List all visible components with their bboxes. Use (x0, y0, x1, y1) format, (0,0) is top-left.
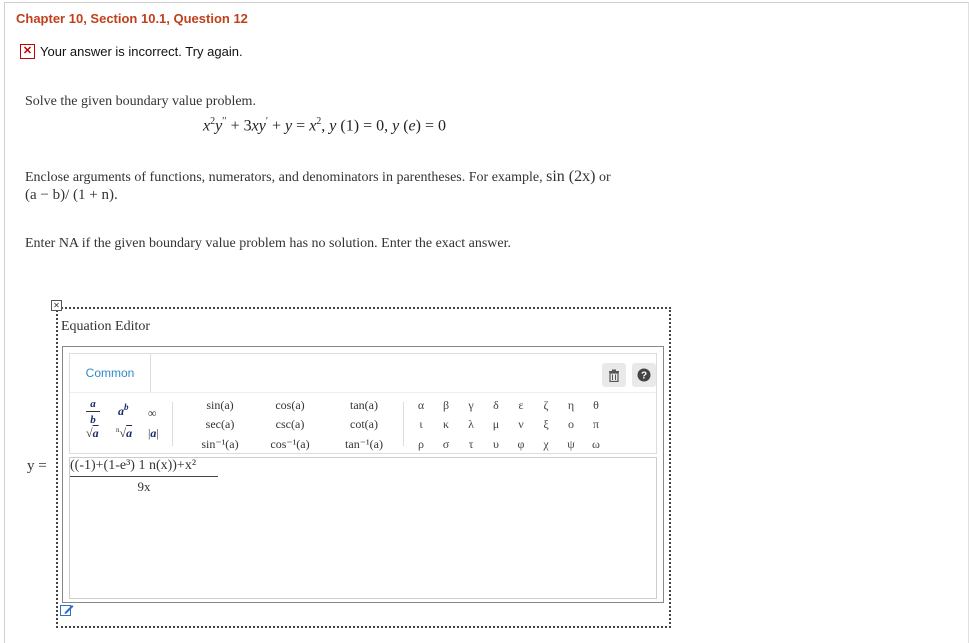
greek-symbol[interactable]: ω (587, 437, 605, 452)
greek-symbol[interactable]: η (562, 398, 580, 413)
feedback-text: Your answer is incorrect. Try again. (40, 44, 243, 59)
answer-denominator: 9x (137, 479, 151, 494)
power-button[interactable]: ab (118, 402, 129, 419)
x-icon: ✕ (20, 44, 35, 59)
feedback-message: ✕ Your answer is incorrect. Try again. (20, 44, 243, 59)
help-icon: ? (637, 368, 651, 382)
greek-symbol[interactable]: α (412, 398, 430, 413)
svg-text:?: ? (641, 371, 647, 382)
greek-symbol[interactable]: ξ (537, 417, 555, 432)
arccos-button[interactable]: cos⁻¹(a) (260, 437, 320, 452)
close-icon[interactable]: ✕ (51, 300, 62, 311)
greek-symbol[interactable]: ο (562, 417, 580, 432)
trash-button[interactable] (602, 363, 626, 387)
greek-symbol[interactable]: θ (587, 398, 605, 413)
tab-common[interactable]: Common (70, 354, 151, 392)
answer-expression[interactable]: ((-1)+(1-e³) 1 n(x))+x² 9x (70, 458, 218, 495)
arcsin-button[interactable]: sin⁻¹(a) (190, 437, 250, 452)
greek-symbol[interactable]: τ (462, 437, 480, 452)
greek-symbol[interactable]: ν (512, 417, 530, 432)
edit-icon[interactable] (60, 604, 74, 616)
greek-symbol[interactable]: ψ (562, 437, 580, 452)
greek-symbol[interactable]: λ (462, 417, 480, 432)
cos-button[interactable]: cos(a) (260, 398, 320, 413)
sec-button[interactable]: sec(a) (190, 417, 250, 432)
greek-symbol[interactable]: β (437, 398, 455, 413)
tan-button[interactable]: tan(a) (334, 398, 394, 413)
greek-symbol[interactable]: χ (537, 437, 555, 452)
greek-symbol[interactable]: δ (487, 398, 505, 413)
sin-button[interactable]: sin(a) (190, 398, 250, 413)
question-title: Chapter 10, Section 10.1, Question 12 (16, 11, 248, 26)
answer-numerator: ((-1)+(1-e³) 1 n(x))+x² (70, 458, 197, 473)
help-button[interactable]: ? (632, 363, 656, 387)
answer-label: y = (27, 458, 47, 474)
greek-symbol[interactable]: υ (487, 437, 505, 452)
greek-symbol[interactable]: μ (487, 417, 505, 432)
instruction-example: (a − b)/ (1 + n). (25, 187, 118, 203)
greek-symbol[interactable]: γ (462, 398, 480, 413)
nth-root-button[interactable]: n√a (116, 426, 132, 441)
instruction-parentheses: Enclose arguments of functions, numerato… (25, 168, 611, 185)
fraction-button[interactable]: ab (86, 398, 100, 426)
arctan-button[interactable]: tan⁻¹(a) (334, 437, 394, 452)
cot-button[interactable]: cot(a) (334, 417, 394, 432)
greek-symbol[interactable]: π (587, 417, 605, 432)
greek-symbol[interactable]: φ (512, 437, 530, 452)
editor-title: Equation Editor (61, 319, 151, 334)
question-prompt: Solve the given boundary value problem. (25, 94, 256, 109)
editor-toolbar: Common ? ab ab ∞ √a n√a |a| sin(a) cos(a… (69, 353, 657, 454)
infinity-button[interactable]: ∞ (148, 406, 157, 421)
greek-symbol[interactable]: ζ (537, 398, 555, 413)
trash-icon (609, 369, 619, 382)
greek-symbol[interactable]: σ (437, 437, 455, 452)
greek-symbol[interactable]: ρ (412, 437, 430, 452)
equation: x2y′′ + 3xy′ + y = x2, y (1) = 0, y (e) … (203, 116, 446, 135)
instruction-na: Enter NA if the given boundary value pro… (25, 236, 511, 251)
sqrt-button[interactable]: √a (86, 426, 99, 441)
greek-symbol[interactable]: ι (412, 417, 430, 432)
greek-symbol[interactable]: ε (512, 398, 530, 413)
fraction-bar (70, 476, 218, 477)
csc-button[interactable]: csc(a) (260, 417, 320, 432)
greek-symbol[interactable]: κ (437, 417, 455, 432)
abs-button[interactable]: |a| (148, 426, 159, 441)
